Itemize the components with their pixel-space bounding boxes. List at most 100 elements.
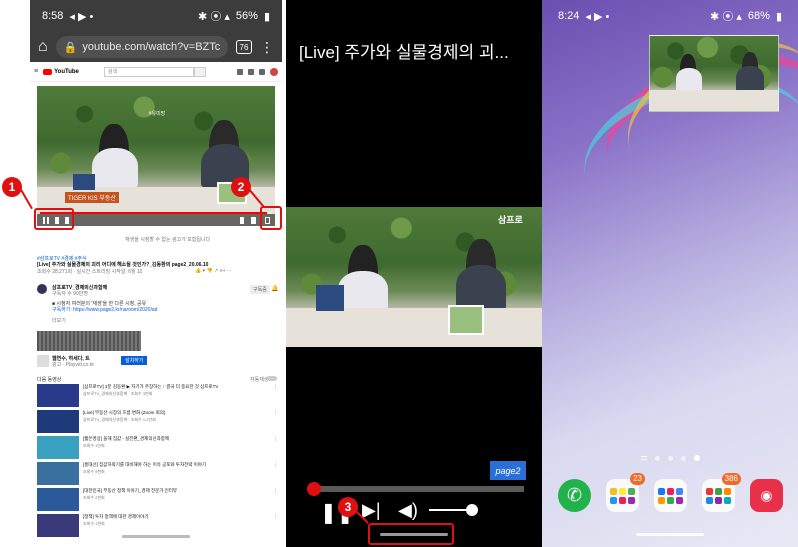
ad-subtitle: 광고 · Playvid.co.kr [52,362,94,368]
miniplayer-icon[interactable] [251,217,256,224]
banner-text: 재생을 시청할 수 없는 광고가 포함됩니다 [125,237,211,243]
address-text: youtube.com/watch?v=BZTc [82,41,221,53]
recommendation-meta: 조회수 1천회 [83,521,105,526]
recommendation-meta: 조회수 1만회 [83,443,105,448]
recommendation-menu-icon[interactable]: ⋮ [273,488,278,494]
battery-level: 56% [235,10,258,22]
page-indicator[interactable] [641,455,700,461]
autoplay-label: 자동재생 [250,377,269,383]
volume-slider-handle[interactable] [466,504,479,516]
ad-banner-image[interactable] [37,331,141,351]
highlight-box-1 [34,208,74,230]
fullscreen-video[interactable]: 삼프로 [286,207,542,347]
show-more-link[interactable]: 더보기 [52,317,66,324]
recommendation-meta: 조회수 5천회 [83,469,105,474]
app-folder-2[interactable] [654,479,687,512]
battery-level: 68% [747,10,770,22]
up-next-label: 다음 동영상 [37,377,62,383]
youtube-header: ≡ YouTube 검색 [30,62,282,82]
camera-app-icon[interactable]: ◉ [750,479,783,512]
recommendation-meta: 삼프로TV_경제의신과함께 · 조회수 3만회 [83,391,153,396]
recommendation-title[interactable]: [삼프로TV] 1분 김동환 ▶ 자기가 주장하는 ↑ 결국 더 중요한 것 삼… [83,384,268,390]
book-prop [73,174,95,190]
video-player[interactable]: #유미망 TIGER KIS 부동산 [37,86,275,226]
app-folder-3[interactable]: 386 [702,473,741,512]
status-time: 8:58 [42,10,64,22]
host-left-shirt [338,271,388,311]
phone-app-icon[interactable]: ✆ [558,479,591,512]
recommendation-thumbnail[interactable] [37,410,79,433]
tab-switcher-button[interactable]: 76 [236,40,252,54]
status-bar: 8:58 ◂ ▶ • ✱ ⦿ ▴ 56% ▮ [30,0,282,32]
lock-icon: 🔒 [63,41,78,54]
page2-logo: page2 [490,461,526,480]
browser-panel: 8:58 ◂ ▶ • ✱ ⦿ ▴ 56% ▮ ⌂ 🔒 youtube.com/w… [30,0,282,547]
step-badge-3: 3 [338,497,358,517]
notifications-icon[interactable] [259,68,265,75]
picture-in-picture-window[interactable] [649,35,779,112]
recommendation-thumbnail[interactable] [37,514,79,537]
seek-bar[interactable] [310,486,524,492]
desk [286,307,542,347]
apps-icon[interactable] [248,68,254,75]
youtube-logo[interactable]: YouTube [43,68,79,75]
recommendation-title[interactable]: [Live] 부동산 시장의 흐름 변화 (Zoom 회의) [83,410,268,416]
status-time: 8:24 [558,10,580,22]
video-banner: #유미망 [148,111,166,117]
volume-icon[interactable]: ◀) [398,500,418,521]
recommendation-thumbnail[interactable] [37,488,79,511]
page-dot[interactable] [681,455,686,461]
recommendation-menu-icon[interactable]: ⋮ [273,514,278,520]
ad-logo [37,355,49,367]
home-icon[interactable]: ⌂ [38,38,48,56]
notification-badge: 386 [721,473,741,485]
signal-icons: ✱ ⦿ ▴ [710,11,742,23]
notification-icons: ◂ ▶ • [69,10,94,23]
search-button[interactable] [193,66,206,77]
recommendation-title[interactable]: [짧은영상] 올해 집값 - 실전편_경제의신과함께 [83,436,268,442]
recommendation-thumbnail[interactable] [37,462,79,485]
notification-bell-icon[interactable]: 🔔 [271,285,278,292]
recommendation-title[interactable]: [홍대선] 집값하락기를 대비해야 하는 이유 공포와 투자전략 이야기 [83,462,268,468]
avatar[interactable] [270,67,278,76]
address-bar[interactable]: 🔒 youtube.com/watch?v=BZTc [55,36,228,58]
host-left-shirt [92,148,138,188]
autoplay-toggle[interactable] [267,376,277,381]
notification-icons: ◂ ▶ • [585,10,610,23]
status-bar: 8:24 ◂ ▶ • ✱ ⦿ ▴ 68% ▮ [542,0,798,32]
battery-icon: ▮ [263,10,270,23]
recommendation-thumbnail[interactable] [37,436,79,459]
video-caption-tag: TIGER KIS 부동산 [65,192,119,203]
step-badge-1: 1 [2,177,22,197]
fullscreen-player-panel: [Live] 주가와 실물경제의 괴... 삼프로 page2 ❚❚ ▶| ◀) [286,0,542,547]
signal-icons: ✱ ⦿ ▴ [198,11,230,23]
description-link[interactable]: 구독하기: https://www.page2.kr/naroom/2020/a… [52,306,157,313]
highlight-box-3 [368,523,454,545]
recommendation-title[interactable]: [대한민국] 부동산 정책 이야기_경제 전문가 인터뷰 [83,488,268,494]
menu-icon[interactable]: ⋮ [260,40,274,54]
host-right-shirt [736,66,764,92]
hamburger-icon[interactable]: ≡ [34,68,38,75]
recommendation-menu-icon[interactable]: ⋮ [273,410,278,416]
recommendation-title[interactable]: [정책] 투자 정책에 대한 경제이야기 [83,514,268,520]
home-screen-panel: 8:24 ◂ ▶ • ✱ ⦿ ▴ 68% ▮ ✆ 23 386 ◉ [542,0,798,547]
recommendation-thumbnail[interactable] [37,384,79,407]
search-input[interactable]: 검색 [103,66,194,77]
like-share-row[interactable]: 👍 ▾ 👎 ↗ ≡+ ⋯ [195,268,232,274]
ad-install-button[interactable]: 설치하기 [121,356,148,365]
page-dot[interactable] [655,455,660,461]
seek-handle[interactable] [307,482,322,496]
subscribed-button[interactable]: 구독중 [250,285,270,294]
page-dot[interactable] [668,455,673,461]
create-icon[interactable] [237,68,243,75]
channel-avatar[interactable] [37,284,47,294]
settings-icon[interactable] [240,217,244,224]
page-dot-active[interactable] [694,455,700,461]
recommendation-menu-icon[interactable]: ⋮ [273,384,278,390]
recommendation-menu-icon[interactable]: ⋮ [273,436,278,442]
brand-logo: 삼프로 [498,215,523,225]
recommendation-menu-icon[interactable]: ⋮ [273,462,278,468]
page-indicator-home[interactable] [641,456,647,460]
app-folder-1[interactable]: 23 [606,473,645,512]
battery-icon: ▮ [775,10,782,23]
